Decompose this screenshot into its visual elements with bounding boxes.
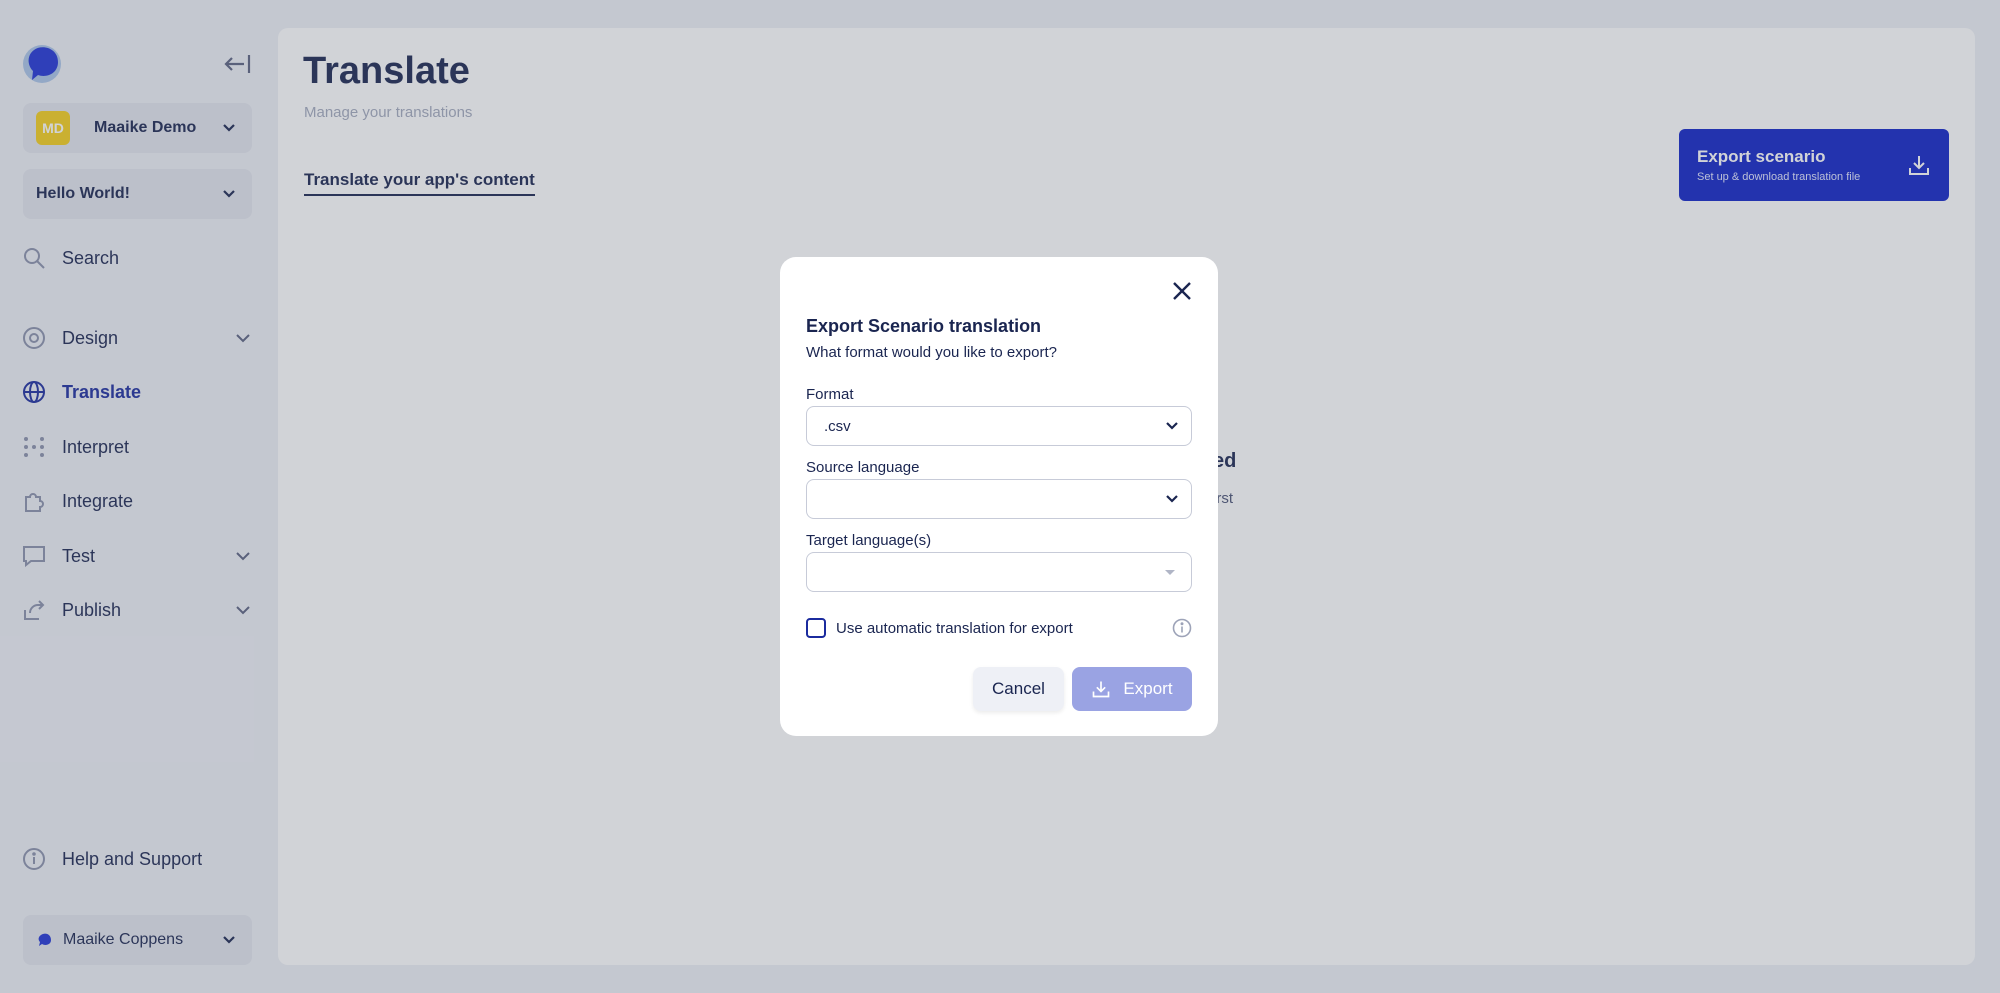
- source-language-label: Source language: [806, 459, 920, 476]
- format-value: .csv: [824, 417, 851, 435]
- source-language-select[interactable]: [806, 479, 1192, 519]
- download-icon: [1093, 681, 1110, 698]
- info-icon[interactable]: [1172, 618, 1192, 638]
- auto-translate-row: Use automatic translation for export: [806, 616, 1192, 640]
- format-label: Format: [806, 386, 854, 403]
- export-translation-dialog: Export Scenario translation What format …: [780, 257, 1218, 736]
- chevron-down-icon: [1166, 495, 1178, 503]
- auto-translate-checkbox[interactable]: [806, 618, 826, 638]
- chevron-down-icon: [1166, 422, 1178, 430]
- auto-translate-label[interactable]: Use automatic translation for export: [836, 620, 1172, 637]
- export-button-label: Export: [1123, 679, 1173, 698]
- export-button[interactable]: Export: [1072, 667, 1192, 711]
- target-languages-label: Target language(s): [806, 532, 932, 549]
- target-languages-select[interactable]: [806, 552, 1192, 592]
- dialog-question: What format would you like to export?: [806, 344, 1057, 361]
- close-icon[interactable]: [1171, 280, 1193, 302]
- cancel-button[interactable]: Cancel: [973, 667, 1064, 711]
- dialog-title: Export Scenario translation: [806, 316, 1042, 336]
- format-select[interactable]: .csv: [806, 406, 1192, 446]
- caret-down-icon: [1165, 569, 1175, 575]
